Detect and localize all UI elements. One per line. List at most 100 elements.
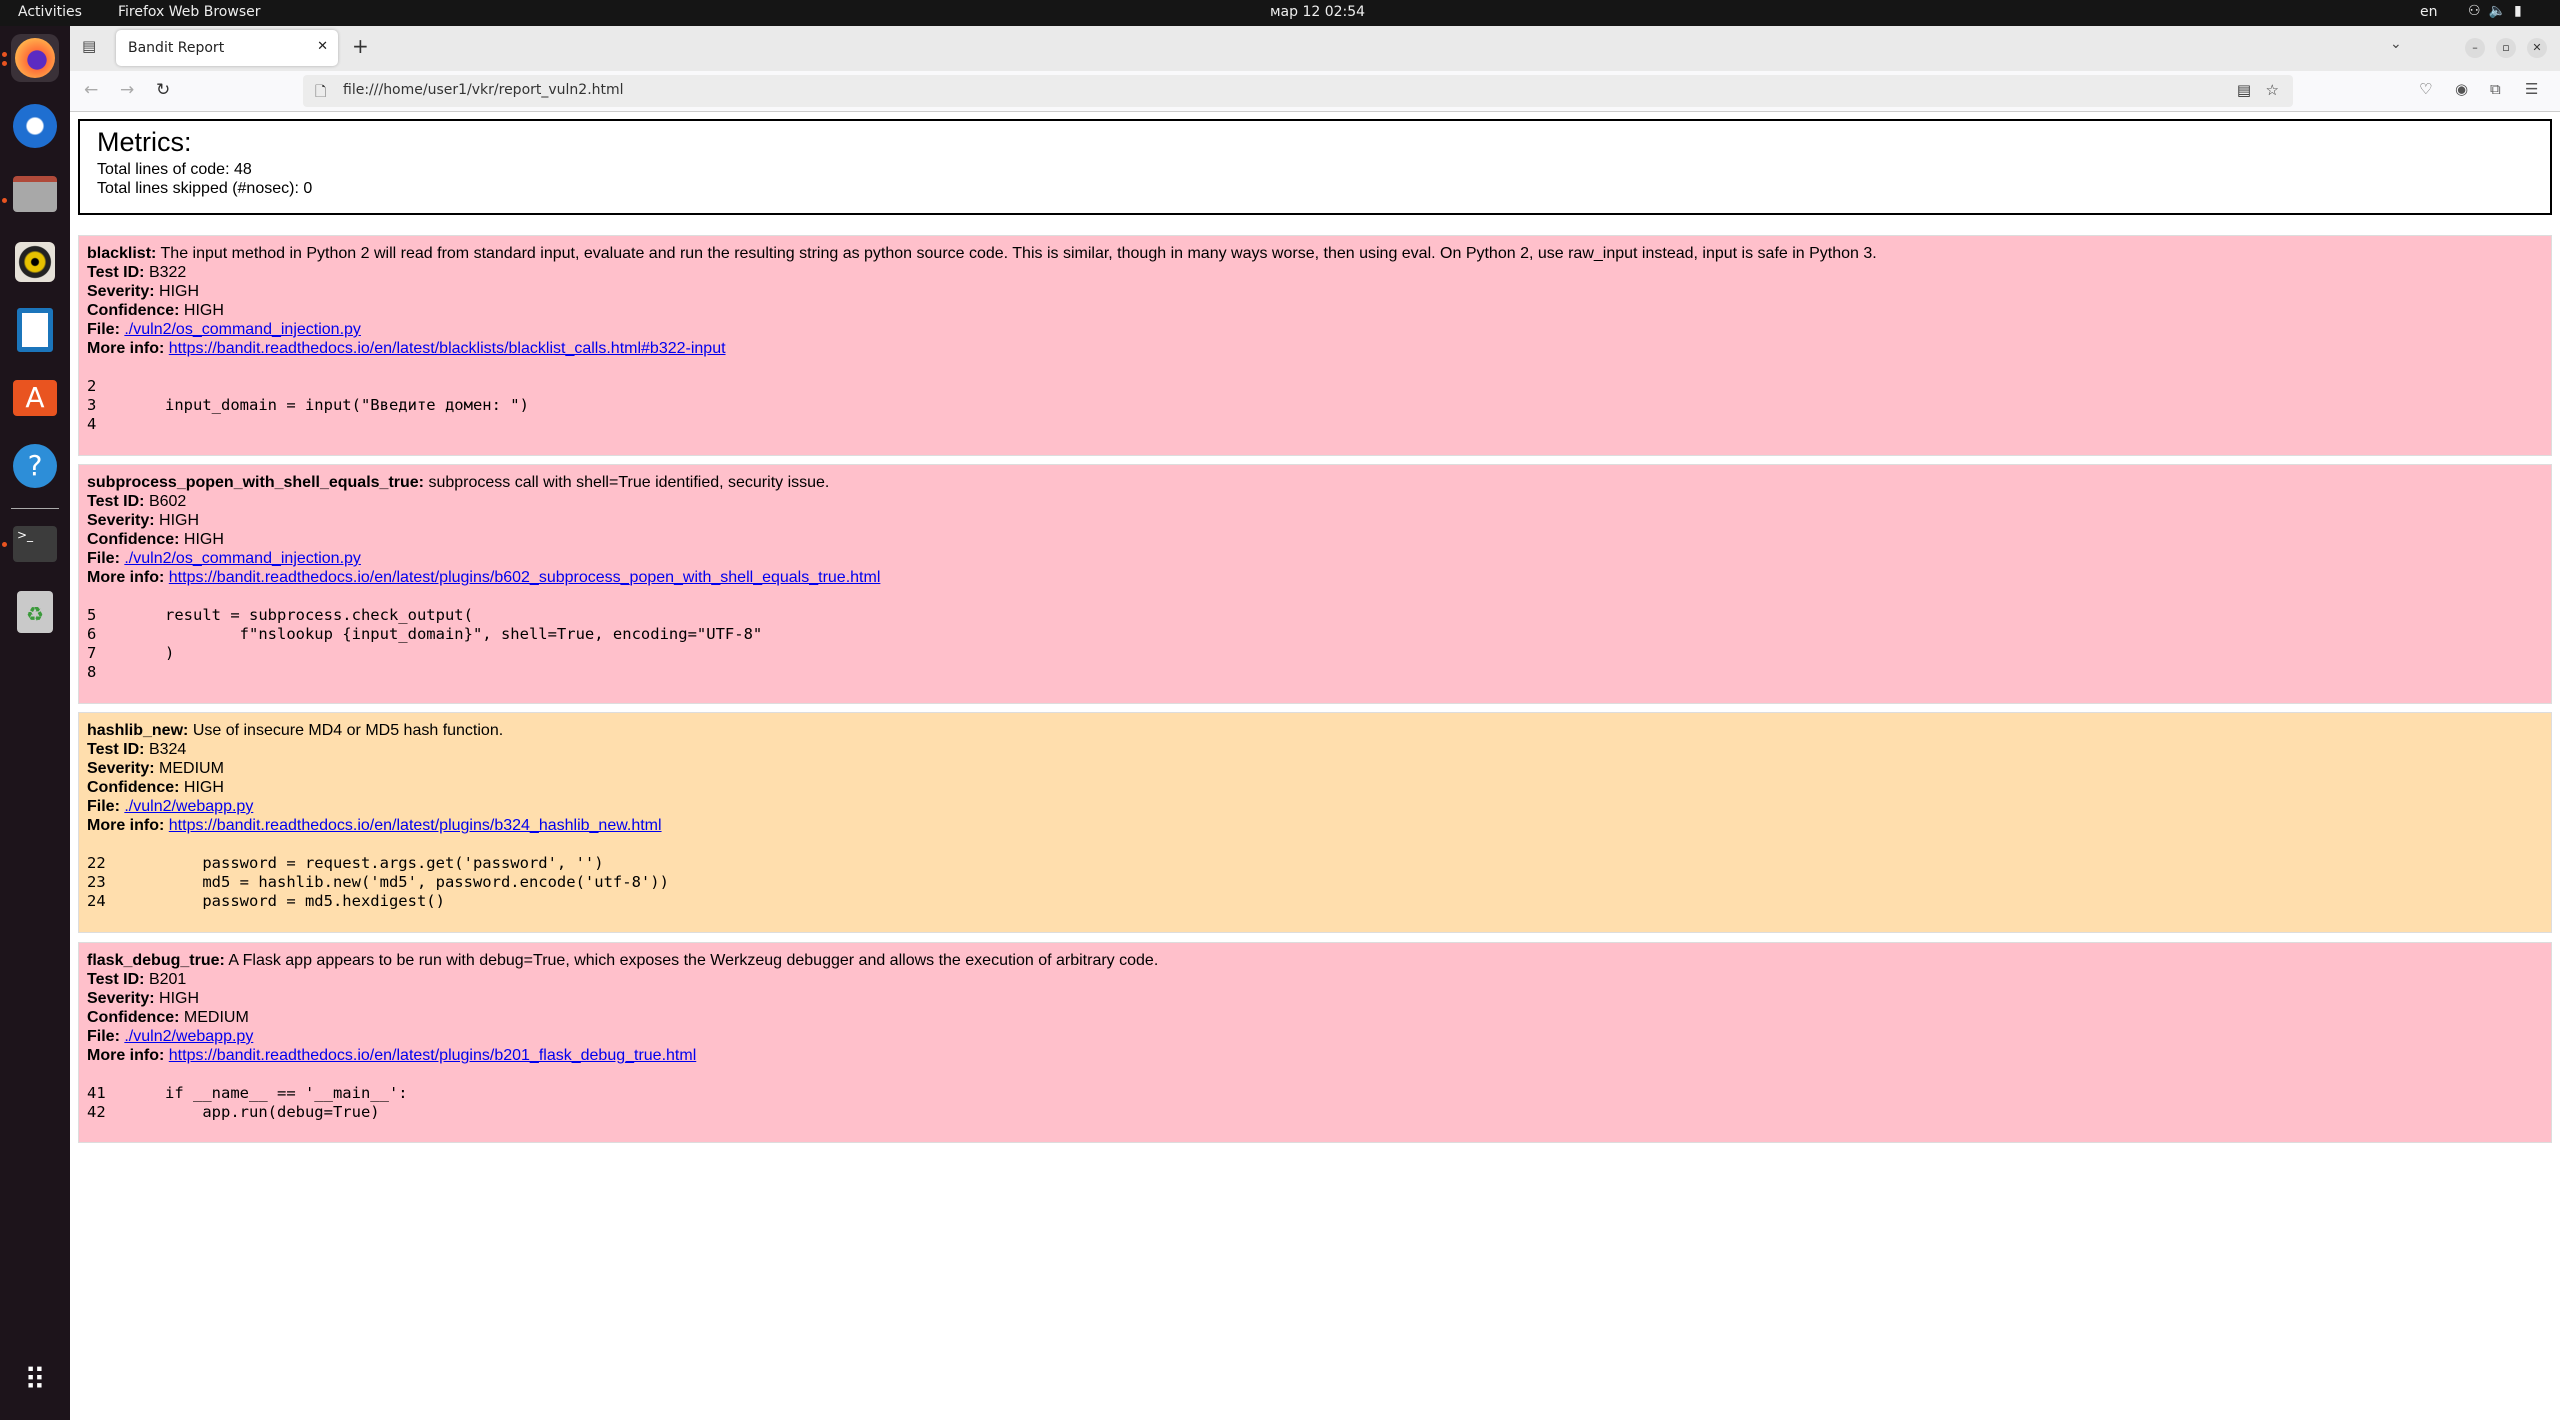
file-link[interactable]: ./vuln2/webapp.py [124, 1028, 253, 1045]
line-number: 24 [87, 892, 106, 910]
dock-files[interactable] [11, 170, 59, 218]
file-row: File: ./vuln2/webapp.py [87, 1027, 2551, 1046]
issue-description: subprocess call with shell=True identifi… [428, 474, 830, 491]
line-number: 8 [87, 663, 97, 681]
tab-title: Bandit Report [128, 40, 225, 56]
code-snippet: 5 result = subprocess.check_output(6 f"ns… [87, 606, 2551, 682]
code-line: 3 input_domain = input("Введите домен: ") [87, 396, 2551, 415]
show-apps-button[interactable]: ⠿ [11, 1356, 59, 1404]
issue-description: The input method in Python 2 will read f… [160, 245, 1877, 262]
firefox-view-icon[interactable]: ▤ [82, 37, 96, 55]
dock-terminal[interactable]: >_ [11, 520, 59, 568]
writer-icon [17, 308, 53, 352]
more-row: More info: https://bandit.readthedocs.io… [87, 816, 2551, 835]
issue-name: subprocess_popen_with_shell_equals_true: [87, 474, 424, 491]
restore-button[interactable]: ▫ [2496, 38, 2516, 58]
lines-skipped: Total lines skipped (#nosec): 0 [97, 180, 313, 197]
account-icon[interactable]: ◉ [2455, 80, 2468, 98]
page-icon: 🗋 [315, 84, 327, 100]
dock: A ? >_ ♻ ⠿ [0, 26, 70, 1420]
file-label: File: [87, 550, 120, 567]
issue-description: Use of insecure MD4 or MD5 hash function… [192, 722, 504, 739]
close-window-button[interactable]: ✕ [2527, 38, 2547, 58]
test_id-value: B324 [148, 741, 187, 758]
confidence-label: Confidence: [87, 779, 180, 796]
file-link[interactable]: ./vuln2/os_command_injection.py [124, 550, 361, 567]
file-label: File: [87, 1028, 120, 1045]
issue-summary: hashlib_new: Use of insecure MD4 or MD5 … [87, 721, 2551, 740]
code-line: 5 result = subprocess.check_output( [87, 606, 2551, 625]
code-line: 24 password = md5.hexdigest() [87, 892, 2551, 911]
severity-value: MEDIUM [159, 760, 224, 777]
extensions-icon[interactable]: ⧉ [2490, 80, 2501, 98]
more-link[interactable]: https://bandit.readthedocs.io/en/latest/… [169, 340, 726, 357]
reader-view-icon[interactable]: ▤ [2237, 81, 2251, 99]
tab-bandit-report[interactable]: Bandit Report ✕ [116, 30, 338, 66]
file-link[interactable]: ./vuln2/webapp.py [124, 798, 253, 815]
file-row: File: ./vuln2/os_command_injection.py [87, 549, 2551, 568]
dock-firefox[interactable] [11, 34, 59, 82]
dock-trash[interactable]: ♻ [11, 588, 59, 636]
line-number: 6 [87, 625, 97, 643]
test_id-value: B322 [148, 264, 187, 281]
confidence-row: Confidence: HIGH [87, 301, 2551, 320]
test_id-label: Test ID: [87, 741, 145, 758]
more-row: More info: https://bandit.readthedocs.io… [87, 568, 2551, 587]
test_id-value: B201 [148, 971, 187, 988]
code-line: 7) [87, 644, 2551, 663]
list-tabs-chevron-icon[interactable]: ⌄ [2390, 36, 2402, 52]
clock[interactable]: мар 12 02:54 [1270, 4, 1365, 20]
line-number: 2 [87, 377, 97, 395]
close-tab-icon[interactable]: ✕ [317, 39, 328, 54]
code-line: 2 [87, 377, 2551, 396]
code-text: input_domain = input("Введите домен: ") [165, 396, 529, 414]
code-line: 22 password = request.args.get('password… [87, 854, 2551, 873]
help-icon: ? [13, 444, 57, 488]
more-link[interactable]: https://bandit.readthedocs.io/en/latest/… [169, 1047, 696, 1064]
severity-label: Severity: [87, 760, 155, 777]
dock-help[interactable]: ? [11, 442, 59, 490]
severity-value: HIGH [159, 990, 200, 1007]
app-menu[interactable]: Firefox Web Browser [118, 4, 261, 20]
file-row: File: ./vuln2/webapp.py [87, 797, 2551, 816]
system-tray[interactable]: ⚇🔈▮ [2468, 3, 2530, 19]
app-center-icon: A [13, 380, 57, 416]
issue-name: blacklist: [87, 245, 157, 262]
line-number: 4 [87, 415, 97, 433]
severity-label: Severity: [87, 990, 155, 1007]
trash-icon: ♻ [17, 591, 53, 633]
severity-row: Severity: HIGH [87, 989, 2551, 1008]
more-label: More info: [87, 1047, 165, 1064]
dock-thunderbird[interactable] [11, 102, 59, 150]
reload-icon[interactable]: ↻ [156, 80, 170, 100]
test_id-row: Test ID: B602 [87, 492, 2551, 511]
forward-icon[interactable]: → [120, 80, 134, 100]
test_id-row: Test ID: B322 [87, 263, 2551, 282]
menu-icon[interactable]: ☰ [2525, 80, 2538, 98]
dock-separator [11, 508, 59, 509]
dock-app-center[interactable]: A [11, 374, 59, 422]
severity-label: Severity: [87, 512, 155, 529]
code-text: result = subprocess.check_output( [165, 606, 473, 624]
more-link[interactable]: https://bandit.readthedocs.io/en/latest/… [169, 569, 881, 586]
new-tab-button[interactable]: + [352, 34, 369, 58]
running-indicator [2, 52, 7, 57]
issue-block: subprocess_popen_with_shell_equals_true:… [78, 464, 2552, 704]
more-link[interactable]: https://bandit.readthedocs.io/en/latest/… [169, 817, 662, 834]
keyboard-layout[interactable]: en [2420, 4, 2438, 20]
file-link[interactable]: ./vuln2/os_command_injection.py [124, 321, 361, 338]
minimize-button[interactable]: – [2465, 38, 2485, 58]
dock-rhythmbox[interactable] [11, 238, 59, 286]
code-line: 4 [87, 415, 2551, 434]
system-top-bar: Activities Firefox Web Browser мар 12 02… [0, 0, 2560, 26]
url-bar[interactable]: 🗋 file:///home/user1/vkr/report_vuln2.ht… [303, 75, 2293, 107]
back-icon[interactable]: ← [84, 80, 98, 100]
bookmark-star-icon[interactable]: ☆ [2266, 81, 2279, 99]
page-content: Metrics: Total lines of code: 48 Total l… [70, 112, 2560, 1420]
dock-writer[interactable] [11, 306, 59, 354]
activities-button[interactable]: Activities [18, 4, 82, 20]
issue-block: hashlib_new: Use of insecure MD4 or MD5 … [78, 712, 2552, 933]
pocket-icon[interactable]: ♡ [2419, 80, 2432, 98]
navigation-bar: ← → ↻ 🗋 file:///home/user1/vkr/report_vu… [70, 71, 2560, 112]
line-number: 7 [87, 644, 97, 662]
